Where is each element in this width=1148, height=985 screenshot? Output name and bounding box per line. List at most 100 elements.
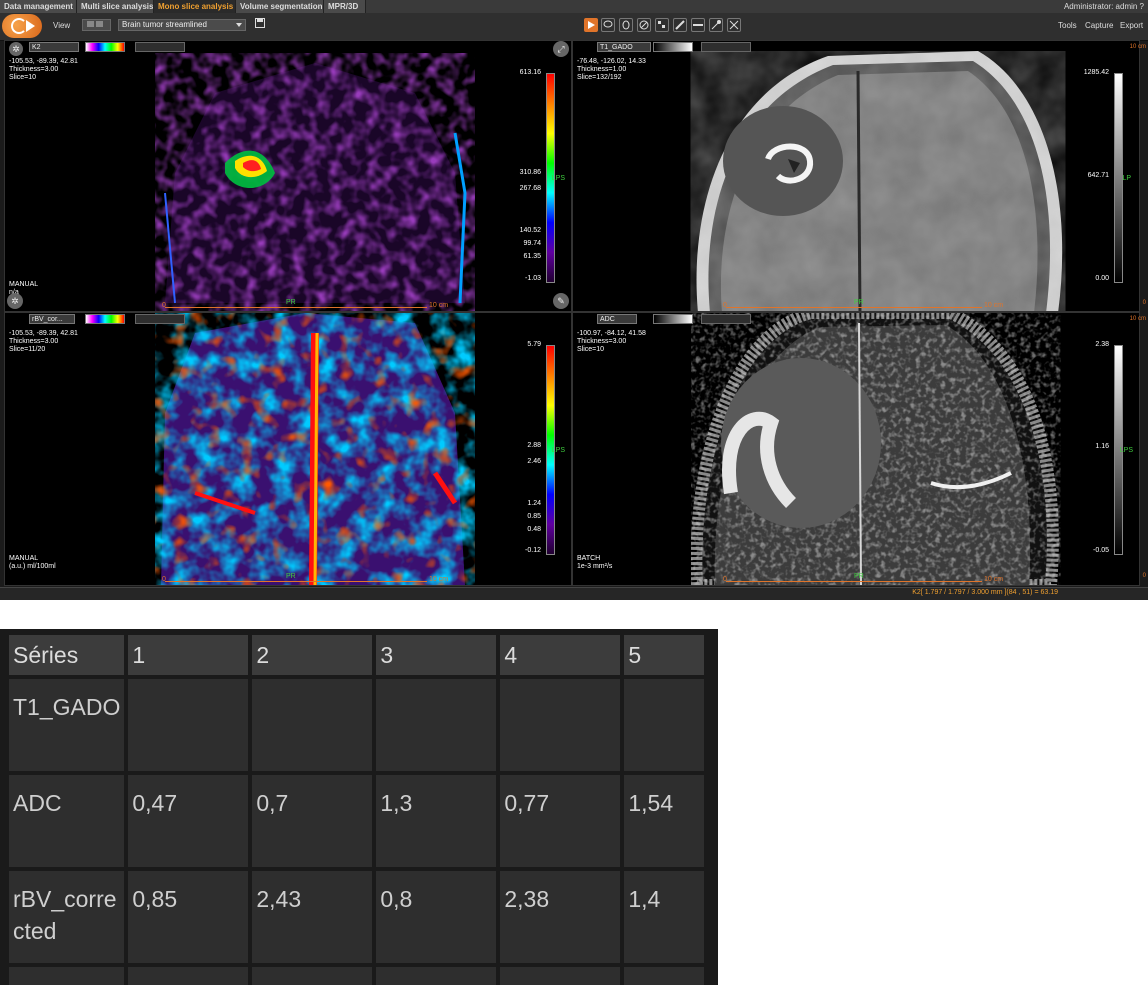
overlay-select[interactable]	[135, 42, 185, 52]
colorbar-label: 2.88	[527, 442, 541, 449]
viewport-mode-info: MANUAL (a.u.) ml/100ml	[9, 555, 56, 571]
pointer-glyph	[588, 21, 595, 29]
overlay-select[interactable]	[135, 314, 185, 324]
side-ruler-label: 10 cm	[1129, 316, 1146, 322]
value-cell: 0,8	[376, 871, 497, 963]
pointer-icon[interactable]	[584, 18, 598, 32]
view-menu[interactable]: View	[53, 21, 70, 30]
thickness-text: Thickness=1.00	[577, 66, 627, 73]
layout-selector[interactable]	[82, 19, 111, 31]
k2-map-image	[164, 63, 467, 308]
colorbar-label: 2.46	[527, 458, 541, 465]
ellipse-roi-icon[interactable]	[619, 18, 633, 32]
value-cell: 4,94	[376, 967, 497, 985]
series-select-rbv[interactable]: rBV_cor...	[29, 314, 75, 324]
value-cell: 1,54	[624, 775, 705, 867]
table-row: T1_GADO	[9, 679, 705, 771]
olea-logo[interactable]	[2, 14, 42, 38]
pen-icon[interactable]	[673, 18, 687, 32]
colorbar-label: 613.16	[519, 69, 541, 76]
colormap-select[interactable]	[85, 42, 125, 52]
series-name-cell: T1_GADO	[9, 679, 125, 771]
colorbar-label: 310.86	[519, 169, 541, 176]
column-header: Séries	[9, 635, 125, 675]
lasso-icon[interactable]	[601, 18, 615, 32]
colormap-select[interactable]	[85, 314, 125, 324]
side-ruler-label: 0	[1142, 300, 1146, 306]
value-cell	[624, 679, 705, 771]
tab-data-management[interactable]: Data management	[0, 0, 77, 13]
save-icon[interactable]	[253, 18, 267, 32]
tab-volume-segmentation[interactable]: Volume segmentation	[236, 0, 324, 13]
value-cell: 2,38	[500, 871, 621, 963]
circle-slash-icon[interactable]	[637, 18, 651, 32]
viewport-rbv-corrected[interactable]: rBV_cor... -105.53, -89.39, 42.81 Thickne…	[4, 312, 572, 586]
colormap-select[interactable]	[653, 42, 693, 52]
capture-menu[interactable]: Capture	[1085, 21, 1113, 30]
wrench-icon[interactable]: ✎	[553, 293, 569, 309]
colorbar-label: 0.85	[527, 513, 541, 520]
user-label[interactable]: Administrator: admin ?	[1064, 0, 1144, 13]
series-select-k2[interactable]: K2	[29, 42, 79, 52]
viewport-header: T1_GADO	[573, 41, 1139, 53]
results-table: Séries 1 2 3 4 5 T1_GADO ADC 0,47 0,7 1,…	[5, 631, 708, 985]
colorbar-label: 1285.42	[1083, 69, 1109, 76]
overlay-select[interactable]	[701, 42, 751, 52]
sync-icon[interactable]: ✲	[9, 42, 23, 56]
tab-mono-slice-analysis[interactable]: Mono slice analysis	[154, 0, 236, 13]
value-cell: -0,15	[252, 967, 373, 985]
side-ruler-label: 10 cm	[1129, 44, 1146, 50]
ruler-tool-icon[interactable]: ⤢	[553, 41, 569, 57]
slice-text: Slice=10	[577, 346, 605, 353]
colorbar-label: 61.35	[523, 253, 541, 260]
colorbar-label: 1.16	[1095, 443, 1109, 450]
tab-multi-slice-analysis[interactable]: Multi slice analysis ⊗	[77, 0, 154, 13]
protocol-select-value: Brain tumor streamlined	[122, 20, 207, 29]
line-measure-icon[interactable]	[691, 18, 705, 32]
colorbar-label: 140.52	[519, 227, 541, 234]
colormap-select[interactable]	[653, 314, 693, 324]
chevron-down-icon	[236, 23, 242, 27]
column-header: 3	[376, 635, 497, 675]
value-cell: 2,43	[252, 871, 373, 963]
orientation-label: LPS	[551, 175, 565, 182]
viewport-k2[interactable]: ✲ K2 ⤢ -105.53, -89.39, 42.81 Thickness=3…	[4, 40, 572, 312]
tools-menu[interactable]: Tools	[1058, 21, 1077, 30]
colorbar-label: 1.24	[527, 500, 541, 507]
value-cell	[500, 679, 621, 771]
colorbar-label: 267.68	[519, 185, 541, 192]
value-cell: 0,85	[128, 871, 249, 963]
viewport-adc[interactable]: ADC -100.97, -84.12, 41.58 Thickness=3.00…	[572, 312, 1140, 586]
pixel-value-readout: K2[ 1.797 / 1.797 / 3.000 mm ](84 , 51) …	[912, 589, 1058, 596]
t1-gado-image	[696, 51, 1063, 311]
series-select-adc[interactable]: ADC	[597, 314, 637, 324]
results-table-panel: Séries 1 2 3 4 5 T1_GADO ADC 0,47 0,7 1,…	[0, 629, 718, 985]
application-window: Data management Multi slice analysis ⊗ M…	[0, 0, 1148, 600]
crosshair-icon[interactable]	[727, 18, 741, 32]
sync-icon[interactable]: ✲	[7, 293, 23, 309]
tab-label: Multi slice analysis	[81, 2, 154, 11]
series-select-t1-gado[interactable]: T1_GADO	[597, 42, 651, 52]
value-cell: 0,77	[500, 775, 621, 867]
export-menu[interactable]: Export	[1120, 21, 1143, 30]
protocol-select[interactable]: Brain tumor streamlined	[118, 19, 246, 31]
coordinates-text: -105.53, -89.39, 42.81	[9, 58, 78, 65]
viewport-t1-gado[interactable]: T1_GADO -76.48, -126.02, 14.33 Thickness=…	[572, 40, 1140, 312]
pipette-icon[interactable]	[709, 18, 723, 32]
colorbar-label: -0.05	[1093, 547, 1109, 554]
tab-mpr-3d[interactable]: MPR/3D	[324, 0, 366, 13]
pixel-select-icon[interactable]	[655, 18, 669, 32]
layout-grid-icon	[87, 21, 103, 27]
slice-text: Slice=11/20	[9, 346, 46, 353]
scale-ruler	[165, 575, 427, 582]
thickness-text: Thickness=3.00	[9, 66, 59, 73]
value-cell: 1018,0	[624, 967, 705, 985]
viewport-info: -105.53, -89.39, 42.81 Thickness=3.00 Slic…	[9, 330, 78, 354]
ruler-end-label: 10 cm	[984, 302, 1004, 309]
ruler-start-label: 0	[162, 302, 166, 309]
overlay-select[interactable]	[701, 314, 751, 324]
value-cell: 1,4	[624, 871, 705, 963]
column-header: 1	[128, 635, 249, 675]
ruler-start-label: 0	[162, 576, 166, 583]
ruler-end-label: 10 cm	[429, 576, 449, 583]
